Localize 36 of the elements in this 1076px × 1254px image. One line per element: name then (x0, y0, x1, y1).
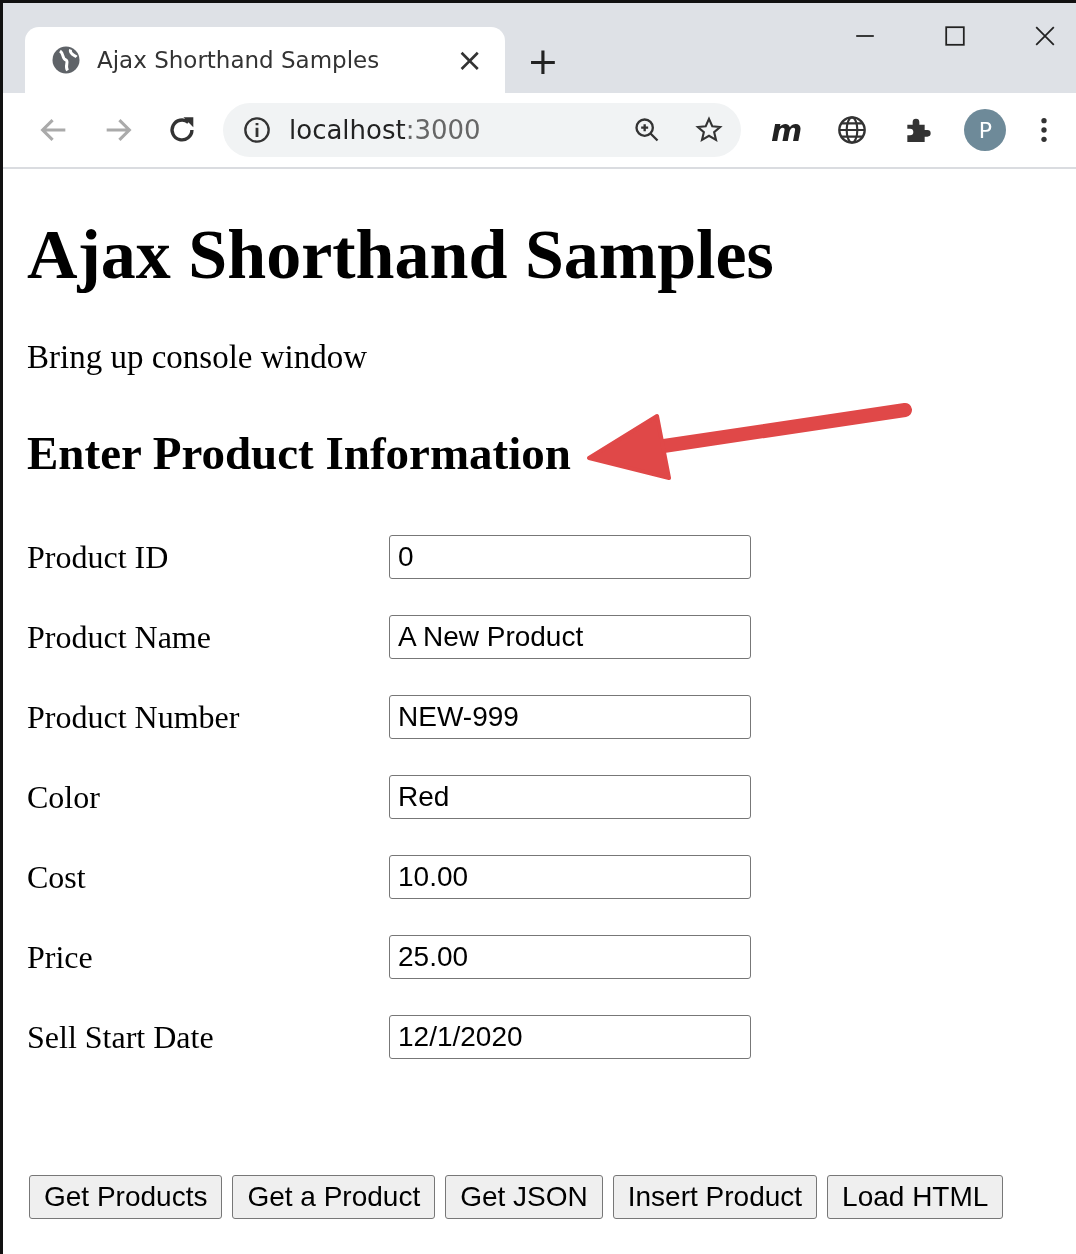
close-tab-button[interactable]: × (456, 41, 483, 79)
action-button[interactable]: Insert Product (612, 1175, 818, 1219)
address-bar[interactable]: localhost:3000 (223, 103, 741, 157)
input-field[interactable]: NEW-999 (389, 695, 751, 739)
input-field[interactable]: 0 (389, 535, 751, 579)
zoom-in-icon[interactable] (633, 116, 661, 144)
tab-title: Ajax Shorthand Samples (97, 47, 381, 73)
action-button[interactable]: Get JSON (445, 1175, 603, 1219)
field-label: Product Name (27, 618, 212, 656)
field-label: Cost (27, 858, 87, 896)
field-label: Product ID (27, 538, 170, 576)
extension-button[interactable]: m (771, 112, 803, 148)
intro-text: Bring up console window (27, 338, 369, 377)
page-title: Ajax Shorthand Samples (27, 215, 775, 295)
maximize-icon[interactable] (944, 25, 966, 47)
action-button[interactable]: Get Products (29, 1175, 223, 1219)
browser-tab[interactable]: Ajax Shorthand Samples × (25, 27, 505, 93)
input-field[interactable]: A New Product (389, 615, 751, 659)
more-menu-icon[interactable] (1040, 116, 1049, 144)
star-icon[interactable] (695, 116, 723, 144)
profile-avatar[interactable]: P (964, 109, 1007, 151)
section-heading: Enter Product Information (27, 426, 571, 480)
action-button[interactable]: Get a Product (232, 1175, 436, 1219)
info-icon (243, 116, 271, 144)
field-label: Price (27, 938, 94, 976)
input-field[interactable]: 12/1/2020 (389, 1015, 751, 1059)
url-text: localhost:3000 (289, 115, 482, 145)
field-label: Product Number (27, 698, 241, 736)
new-tab-button[interactable]: + (527, 39, 559, 83)
close-icon[interactable] (1034, 25, 1056, 47)
input-field[interactable]: 10.00 (389, 855, 751, 899)
action-button[interactable]: Load HTML (827, 1175, 1004, 1219)
input-field[interactable]: Red (389, 775, 751, 819)
input-field[interactable]: 25.00 (389, 935, 751, 979)
field-label: Sell Start Date (27, 1018, 215, 1056)
field-label: Color (27, 778, 101, 816)
